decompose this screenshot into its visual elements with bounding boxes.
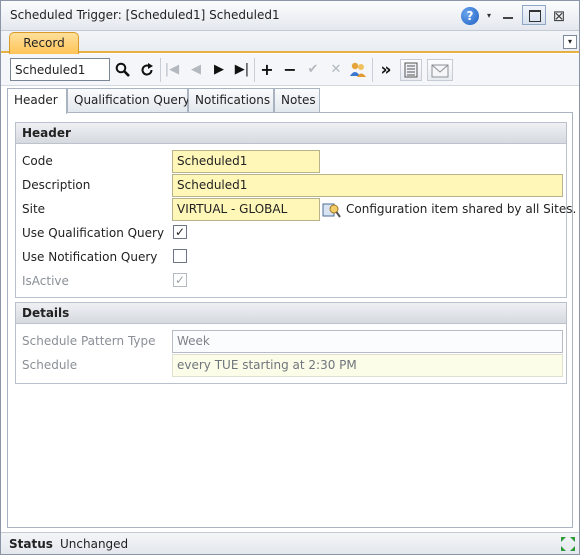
details-section: Details Schedule Pattern Type Week Sched… <box>15 302 567 384</box>
document-icon[interactable] <box>400 59 422 81</box>
isactive-checkbox: ✓ <box>173 273 187 287</box>
cancel-button[interactable]: ✕ <box>325 59 347 81</box>
previous-record-button[interactable]: ◀ <box>185 59 207 81</box>
section-title: Details <box>16 303 566 324</box>
description-field[interactable]: Scheduled1 <box>172 174 563 197</box>
status-label: Status <box>9 537 53 551</box>
minimize-button[interactable] <box>501 7 515 25</box>
toolbar-divider <box>254 58 255 82</box>
search-icon[interactable] <box>112 59 134 81</box>
schedule-pattern-label: Schedule Pattern Type <box>22 334 156 348</box>
use-notification-row: Use Notification Query <box>16 246 566 268</box>
refresh-icon[interactable] <box>136 59 158 81</box>
schedule-field: every TUE starting at 2:30 PM <box>172 354 563 377</box>
help-icon[interactable]: ? <box>461 7 479 25</box>
ribbon-tab-record[interactable]: Record <box>9 32 79 54</box>
site-label: Site <box>22 202 46 216</box>
restore-button[interactable] <box>522 5 546 25</box>
tab-notifications[interactable]: Notifications <box>188 88 274 112</box>
site-row: Site VIRTUAL - GLOBAL Configuration item… <box>16 198 576 221</box>
use-qualification-row: Use Qualification Query ✓ <box>16 222 566 244</box>
toolbar-divider <box>372 58 373 82</box>
first-record-button[interactable]: |◀ <box>161 59 183 81</box>
use-qualification-label: Use Qualification Query <box>22 226 165 240</box>
record-search-input[interactable] <box>10 58 110 81</box>
code-label: Code <box>22 154 53 168</box>
description-row: Description Scheduled1 <box>16 174 566 197</box>
remove-button[interactable]: − <box>279 59 301 81</box>
isactive-row: IsActive ✓ <box>16 270 566 292</box>
record-toolbar: |◀ ◀ ▶ ▶| + − ✔ ✕ » <box>1 54 579 86</box>
site-lookup-icon[interactable] <box>322 200 342 220</box>
last-record-button[interactable]: ▶| <box>231 59 253 81</box>
scheduled-trigger-window: Scheduled Trigger: [Scheduled1] Schedule… <box>0 0 580 555</box>
close-button[interactable]: ⊠ <box>551 7 567 25</box>
use-notification-label: Use Notification Query <box>22 250 158 264</box>
schedule-pattern-field: Week <box>172 330 563 353</box>
next-record-button[interactable]: ▶ <box>208 59 230 81</box>
site-note: Configuration item shared by all Sites. <box>346 202 577 216</box>
confirm-button[interactable]: ✔ <box>302 59 324 81</box>
use-qualification-checkbox[interactable]: ✓ <box>173 225 187 239</box>
tab-header[interactable]: Header <box>7 88 67 114</box>
window-title: Scheduled Trigger: [Scheduled1] Schedule… <box>10 8 280 22</box>
schedule-row: Schedule every TUE starting at 2:30 PM <box>16 354 566 377</box>
description-label: Description <box>22 178 91 192</box>
schedule-pattern-row: Schedule Pattern Type Week <box>16 330 566 353</box>
ribbon-menu-chevron-icon[interactable]: ▾ <box>563 35 577 49</box>
resize-grip-icon[interactable] <box>559 535 577 553</box>
title-bar: Scheduled Trigger: [Scheduled1] Schedule… <box>1 1 579 31</box>
tab-qualification-query[interactable]: Qualification Query <box>67 88 190 112</box>
more-actions-button[interactable]: » <box>375 59 397 81</box>
schedule-label: Schedule <box>22 358 78 372</box>
status-value: Unchanged <box>60 537 129 551</box>
header-section: Header Code Scheduled1 Description Sched… <box>15 122 576 298</box>
section-title: Header <box>16 123 566 144</box>
chevron-down-icon[interactable]: ▾ <box>484 7 494 25</box>
status-bar: Status Unchanged <box>1 532 579 554</box>
tab-notes[interactable]: Notes <box>274 88 320 112</box>
add-button[interactable]: + <box>256 59 278 81</box>
code-field[interactable]: Scheduled1 <box>172 150 320 173</box>
use-notification-checkbox[interactable] <box>173 249 187 263</box>
ribbon-bar <box>1 31 579 53</box>
email-icon[interactable] <box>427 59 453 81</box>
users-icon[interactable] <box>347 59 369 81</box>
code-row: Code Scheduled1 <box>16 150 566 173</box>
isactive-label: IsActive <box>22 274 69 288</box>
site-field[interactable]: VIRTUAL - GLOBAL <box>172 198 320 221</box>
header-tab-panel: Header Code Scheduled1 Description Sched… <box>7 112 576 528</box>
